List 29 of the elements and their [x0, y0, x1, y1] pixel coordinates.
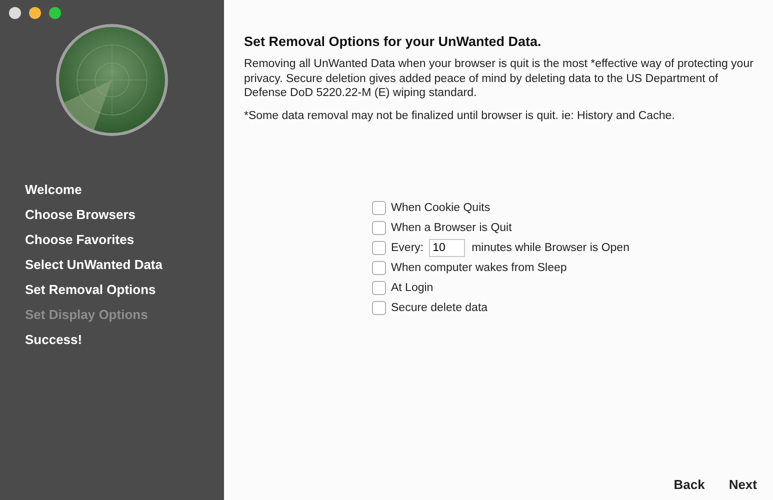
sidebar-item[interactable]: Choose Favorites — [25, 231, 224, 249]
option-label: minutes while Browser is Open — [472, 242, 630, 254]
radar-logo-icon — [54, 22, 170, 138]
checkbox[interactable] — [372, 221, 386, 235]
note-text: *Some data removal may not be finalized until browser is quit. ie: History and Cache. — [244, 108, 676, 123]
option-label: Every: — [391, 242, 424, 254]
sidebar-item[interactable]: Welcome — [25, 181, 224, 199]
minutes-field[interactable]: 10 — [428, 239, 465, 257]
checkbox[interactable] — [372, 241, 386, 255]
page-heading: Set Removal Options for your UnWanted Data. — [244, 34, 542, 49]
option-label: Secure delete data — [391, 302, 488, 314]
sidebar-item[interactable]: Success! — [25, 331, 224, 349]
zoom-button[interactable] — [49, 7, 61, 19]
sidebar-item[interactable]: Select UnWanted Data — [25, 256, 224, 274]
back-button[interactable]: Back — [674, 475, 705, 494]
next-button[interactable]: Next — [728, 475, 757, 494]
checkbox[interactable] — [372, 261, 386, 275]
option-label: When computer wakes from Sleep — [391, 262, 567, 274]
option-label: At Login — [391, 282, 434, 294]
checkbox[interactable] — [372, 301, 386, 315]
option-label: When a Browser is Quit — [391, 222, 512, 234]
close-button[interactable] — [9, 7, 21, 19]
checkbox[interactable] — [372, 281, 386, 295]
description-text: Removing all UnWanted Data when your browser is quit is the most *effective way of protecting your privacy. Secure deletion gives added peace of mind by deleting data to the US Department of Defense DoD 5220.22-M (E) wiping standard. — [244, 57, 754, 100]
sidebar-item[interactable]: Choose Browsers — [25, 206, 224, 224]
checkbox[interactable] — [372, 201, 386, 215]
option-label: When Cookie Quits — [391, 202, 490, 214]
sidebar-item[interactable]: Set Removal Options — [25, 281, 224, 299]
minimize-button[interactable] — [29, 7, 41, 19]
